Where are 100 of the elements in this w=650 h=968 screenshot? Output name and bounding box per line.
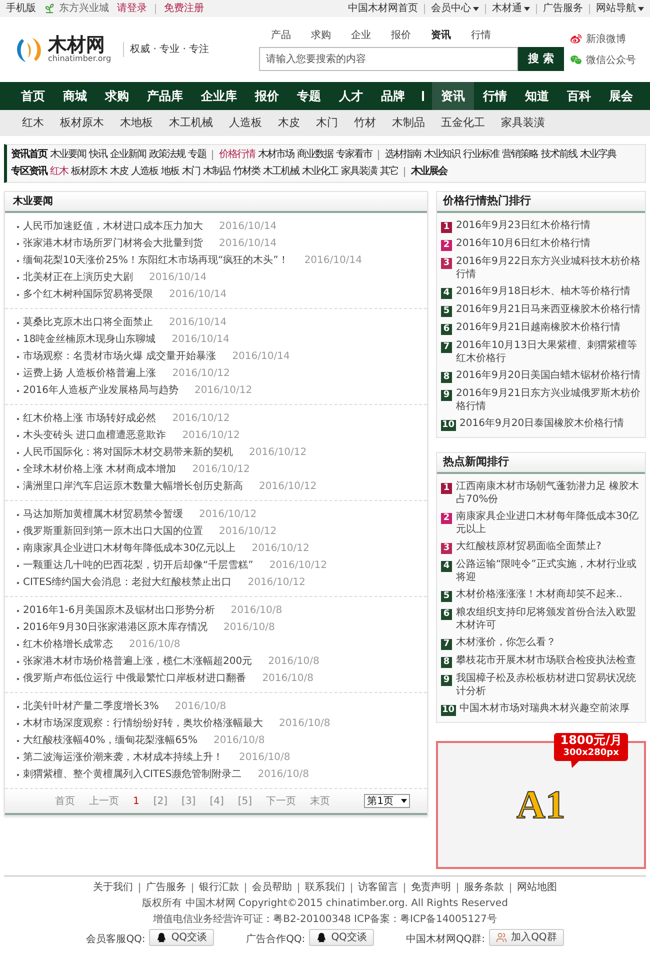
footer-link[interactable]: 广告服务: [146, 881, 186, 894]
channel-title[interactable]: 资讯首页: [11, 148, 47, 162]
channel-link[interactable]: 木业要闻: [50, 148, 86, 162]
news-link[interactable]: 木材市场深度观察：行情纷纷好转，奥坎价格涨幅最大: [23, 716, 263, 731]
ranking-link[interactable]: 粮农组织支持印尼将颁发首份合法入欧盟木材许可: [456, 606, 641, 632]
nav-link[interactable]: 知道: [516, 82, 558, 110]
channel-link[interactable]: 板材原木: [71, 165, 107, 179]
ranking-link[interactable]: 南康家具企业进口木材每年降低成本30亿元以上: [456, 510, 641, 536]
news-link[interactable]: 红木价格上涨 市场转好成必然: [23, 411, 156, 426]
channel-link[interactable]: 快讯: [89, 148, 107, 162]
news-link[interactable]: 全球木材价格上涨 木材商成本增加: [23, 462, 176, 477]
channel-link[interactable]: 竹材类: [233, 165, 260, 179]
category-link[interactable]: 五金化工: [441, 114, 485, 132]
news-link[interactable]: 红木价格增长成常态: [23, 637, 113, 652]
search-field[interactable]: 请输入您要搜索的内容: [259, 47, 518, 71]
ranking-link[interactable]: 攀枝花市开展木材市场联合检疫执法检查: [456, 654, 636, 667]
channel-title[interactable]: 专区资讯: [11, 165, 47, 179]
news-link[interactable]: 俄罗斯重新回到第一原木出口大国的位置: [23, 524, 203, 539]
category-link[interactable]: 家具装潢: [501, 114, 545, 132]
nav-link[interactable]: 专题: [288, 82, 330, 110]
top-link[interactable]: 广告服务: [543, 1, 583, 16]
ranking-link[interactable]: 公路运输“限吨令”正式实施，木材行业或将迎: [456, 558, 641, 584]
channel-link[interactable]: 木业展会: [411, 165, 447, 179]
register-link[interactable]: 免费注册: [164, 1, 204, 16]
chat-button[interactable]: QQ交谈: [149, 929, 214, 946]
channel-link[interactable]: 木制品: [203, 165, 230, 179]
login-link[interactable]: 请登录: [117, 1, 147, 16]
ranking-link[interactable]: 2016年9月22日东方兴业城科技木枋价格行情: [456, 255, 641, 281]
news-link[interactable]: 张家港木材市场价格普遍上涨，榄仁木涨幅超200元: [23, 654, 252, 669]
mobile-link[interactable]: 手机版: [6, 1, 36, 16]
chat-button[interactable]: QQ交谈: [309, 929, 374, 946]
category-link[interactable]: 木制品: [392, 114, 425, 132]
social-link[interactable]: 新浪微博: [586, 32, 626, 46]
footer-link[interactable]: 关于我们: [93, 881, 133, 894]
category-link[interactable]: 木地板: [120, 114, 153, 132]
nav-link[interactable]: 百科: [558, 82, 600, 110]
category-link[interactable]: 木门: [316, 114, 338, 132]
nav-link[interactable]: 首页: [12, 82, 54, 110]
category-link[interactable]: 竹材: [354, 114, 376, 132]
footer-link[interactable]: 服务条款: [464, 881, 504, 894]
ranking-link[interactable]: 2016年9月21日越南橡胶木价格行情: [456, 321, 621, 334]
channel-link[interactable]: 行业标准: [463, 148, 499, 162]
top-link[interactable]: 会员中心: [431, 1, 479, 16]
search-tab[interactable]: 资讯: [431, 28, 452, 43]
news-link[interactable]: 运费上扬 人造板价格普遍上涨: [23, 366, 156, 381]
footer-link[interactable]: 会员帮助: [252, 881, 292, 894]
chat-button[interactable]: 加入QQ群: [489, 929, 564, 946]
nav-link[interactable]: 行情: [474, 82, 516, 110]
nav-link[interactable]: 展会: [600, 82, 642, 110]
news-link[interactable]: 2016年1-6月美国原木及锯材出口形势分析: [23, 603, 215, 618]
channel-link[interactable]: 木门: [182, 165, 200, 179]
channel-link[interactable]: 企业新闻: [110, 148, 146, 162]
news-link[interactable]: 俄罗斯卢布低位运行 中俄最繁忙口岸板材进口翻番: [23, 671, 246, 686]
top-link[interactable]: 木材通: [492, 1, 530, 16]
news-link[interactable]: 2016年9月30日张家港港区原木库存情况: [23, 620, 208, 635]
category-link[interactable]: 红木: [22, 114, 44, 132]
news-link[interactable]: 大红酸枝涨幅40%，缅甸花梨涨幅65%: [23, 733, 198, 748]
channel-link[interactable]: 家具装潢: [341, 165, 377, 179]
footer-link[interactable]: 联系我们: [305, 881, 345, 894]
ranking-link[interactable]: 木材涨价，你怎么看？: [456, 636, 556, 649]
news-link[interactable]: 人民币国际化：将对国际木材交易带来新的契机: [23, 445, 233, 460]
news-link[interactable]: 莫桑比克原木出口将全面禁止: [23, 315, 153, 330]
ranking-link[interactable]: 木材价格涨涨涨！木材商却笑不起来..: [456, 588, 622, 601]
ranking-link[interactable]: 江西南康木材市场朝气蓬勃潜力足 橡胶木占70%份: [456, 480, 641, 506]
channel-link[interactable]: 技术前线: [541, 148, 577, 162]
channel-link[interactable]: 地板: [161, 165, 179, 179]
nav-link[interactable]: 人才: [330, 82, 372, 110]
category-link[interactable]: 木皮: [278, 114, 300, 132]
news-link[interactable]: 木头变砖头 进口血檀遭恶意欺诈: [23, 428, 166, 443]
channel-link[interactable]: 营销策略: [502, 148, 538, 162]
ranking-link[interactable]: 大红酸枝原材贸易面临全面禁止?: [456, 540, 602, 553]
channel-link[interactable]: 其它: [380, 165, 398, 179]
search-tab[interactable]: 报价: [391, 28, 412, 43]
footer-link[interactable]: 访客留言: [358, 881, 398, 894]
ranking-link[interactable]: 2016年9月20日泰国橡胶木价格行情: [460, 417, 624, 430]
channel-link[interactable]: 专家看市: [336, 148, 372, 162]
top-link[interactable]: 中国木材网首页: [348, 1, 418, 16]
search-tab[interactable]: 企业: [351, 28, 372, 43]
category-link[interactable]: 板材原木: [60, 114, 104, 132]
channel-link[interactable]: 木工机械: [263, 165, 299, 179]
channel-link[interactable]: 专题: [188, 148, 206, 162]
news-link[interactable]: 南康家具企业进口木材每年降低成本30亿元以上: [23, 541, 236, 556]
page-link[interactable]: 1: [133, 794, 140, 808]
channel-link[interactable]: 政策法规: [149, 148, 185, 162]
social-link[interactable]: 微信公众号: [586, 52, 636, 68]
page-select[interactable]: 第1页: [364, 794, 410, 808]
category-link[interactable]: 人造板: [229, 114, 262, 132]
ranking-link[interactable]: 2016年9月23日红木价格行情: [456, 219, 591, 232]
nav-link[interactable]: 商城: [54, 82, 96, 110]
ranking-link[interactable]: 中国木材市场对瑞典木材兴趣空前浓厚: [460, 702, 630, 715]
news-link[interactable]: 马达加斯加黄檀属木材贸易禁令暂缓: [23, 507, 183, 522]
news-link[interactable]: 多个红木树种国际贸易将受限: [23, 287, 153, 302]
nav-link[interactable]: 产品库: [138, 82, 192, 110]
news-link[interactable]: 刺猬紫檀、整个黄檀属列入CITES濒危管制附录二: [23, 767, 242, 782]
channel-link[interactable]: 选材指南: [385, 148, 421, 162]
store-link[interactable]: 东方兴业城: [59, 1, 109, 16]
ranking-link[interactable]: 2016年9月21日马来西亚橡胶木价格行情: [456, 303, 641, 316]
channel-link[interactable]: 价格行情: [219, 148, 255, 162]
search-tab[interactable]: 行情: [471, 28, 492, 43]
search-button[interactable]: 搜 索: [518, 47, 564, 71]
